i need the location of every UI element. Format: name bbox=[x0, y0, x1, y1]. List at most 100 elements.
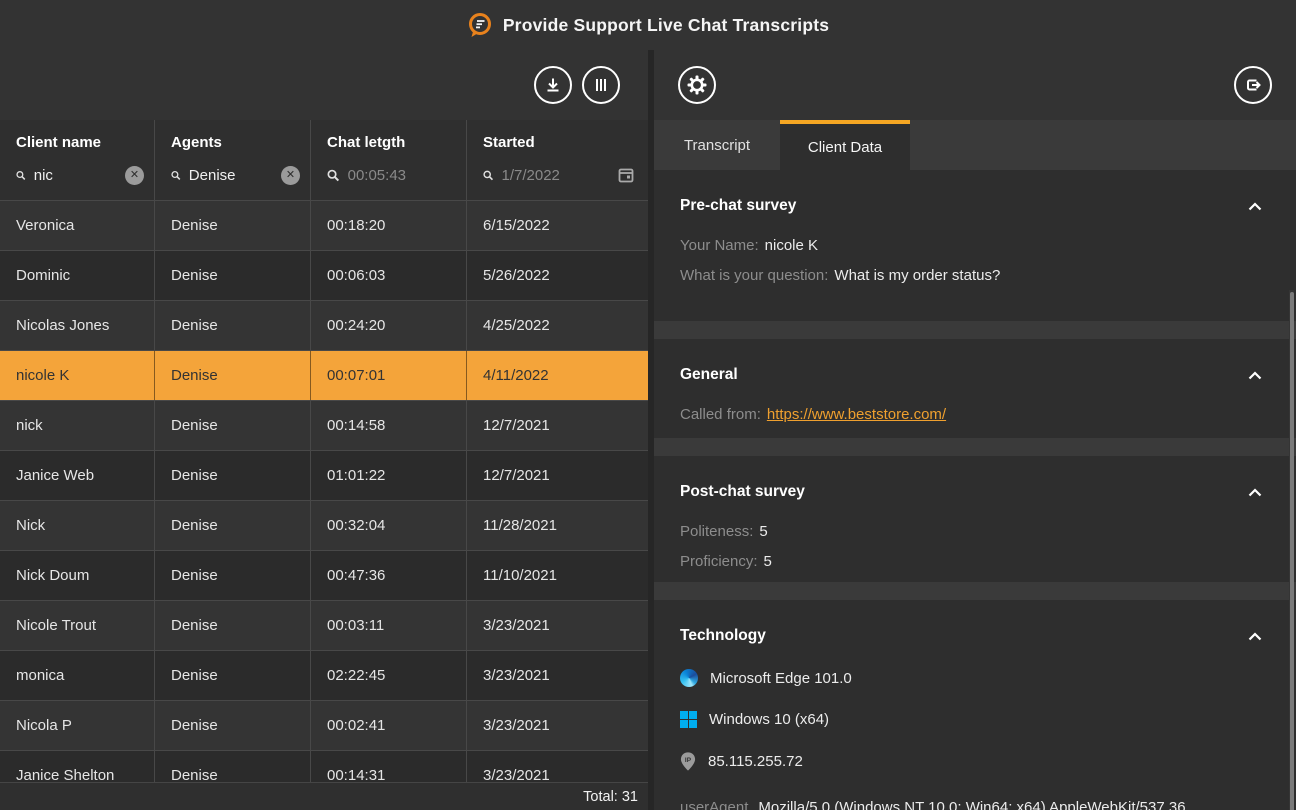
browser-row: Microsoft Edge 101.0 bbox=[680, 669, 1270, 687]
browser-value: Microsoft Edge 101.0 bbox=[710, 670, 852, 687]
tab-bar: Transcript Client Data bbox=[654, 120, 1296, 170]
agents-filter: ✕ bbox=[171, 163, 300, 187]
user-agent-label: userAgent bbox=[680, 799, 748, 810]
logout-icon[interactable] bbox=[1234, 66, 1272, 104]
collapse-chevron-up-icon[interactable] bbox=[1248, 371, 1262, 380]
agents-filter-input[interactable] bbox=[189, 167, 273, 184]
cell-agent: Denise bbox=[155, 601, 311, 650]
started-filter-input[interactable] bbox=[502, 167, 611, 184]
columns-icon[interactable] bbox=[582, 66, 620, 104]
field-label: What is your question: bbox=[680, 267, 828, 284]
settings-gear-icon[interactable] bbox=[678, 66, 716, 104]
scrollbar-thumb[interactable] bbox=[1290, 292, 1294, 810]
cell-started: 12/7/2021 bbox=[467, 451, 648, 500]
cell-client: Dominic bbox=[0, 251, 155, 300]
field-label: Called from: bbox=[680, 406, 761, 423]
cell-started: 5/26/2022 bbox=[467, 251, 648, 300]
cell-length: 00:02:41 bbox=[311, 701, 467, 750]
cell-agent: Denise bbox=[155, 251, 311, 300]
field-label: Politeness: bbox=[680, 523, 753, 540]
field-value: 5 bbox=[759, 523, 767, 540]
app-title: Provide Support Live Chat Transcripts bbox=[503, 15, 829, 36]
calendar-icon[interactable] bbox=[618, 167, 634, 183]
table-row[interactable]: monica Denise 02:22:45 3/23/2021 bbox=[0, 650, 648, 700]
table-row[interactable]: Nick Denise 00:32:04 11/28/2021 bbox=[0, 500, 648, 550]
cell-length: 00:32:04 bbox=[311, 501, 467, 550]
search-icon bbox=[483, 168, 494, 183]
cell-agent: Denise bbox=[155, 301, 311, 350]
cell-length: 00:18:20 bbox=[311, 201, 467, 250]
table-body: Veronica Denise 00:18:20 6/15/2022 Domin… bbox=[0, 200, 648, 800]
collapse-chevron-up-icon[interactable] bbox=[1248, 202, 1262, 211]
client-name-filter-input[interactable] bbox=[34, 167, 117, 184]
cell-client: Nicolas Jones bbox=[0, 301, 155, 350]
cell-agent: Denise bbox=[155, 701, 311, 750]
cell-length: 00:06:03 bbox=[311, 251, 467, 300]
collapse-chevron-up-icon[interactable] bbox=[1248, 488, 1262, 497]
table-row[interactable]: nick Denise 00:14:58 12/7/2021 bbox=[0, 400, 648, 450]
field-value: 5 bbox=[764, 553, 772, 570]
cell-started: 11/10/2021 bbox=[467, 551, 648, 600]
table-row[interactable]: Janice Web Denise 01:01:22 12/7/2021 bbox=[0, 450, 648, 500]
table-row[interactable]: Nicole Trout Denise 00:03:11 3/23/2021 bbox=[0, 600, 648, 650]
tab-client-data[interactable]: Client Data bbox=[780, 120, 910, 170]
edge-browser-icon bbox=[680, 669, 698, 687]
user-agent-row: userAgentMozilla/5.0 (Windows NT 10.0; W… bbox=[680, 797, 1220, 810]
cell-started: 3/23/2021 bbox=[467, 651, 648, 700]
os-row: Windows 10 (x64) bbox=[680, 711, 1270, 728]
ip-location-icon: IP bbox=[680, 752, 696, 771]
cell-started: 3/23/2021 bbox=[467, 601, 648, 650]
section-title: Post-chat survey bbox=[680, 483, 805, 501]
provide-support-logo-icon bbox=[467, 12, 493, 38]
table-row[interactable]: Nicolas Jones Denise 00:24:20 4/25/2022 bbox=[0, 300, 648, 350]
search-icon bbox=[327, 168, 340, 183]
table-row[interactable]: Nicola P Denise 00:02:41 3/23/2021 bbox=[0, 700, 648, 750]
column-chat-length: Chat letgth bbox=[311, 120, 467, 200]
field-proficiency: Proficiency:5 bbox=[680, 553, 1270, 570]
table-row-selected[interactable]: nicole K Denise 00:07:01 4/11/2022 bbox=[0, 350, 648, 400]
cell-agent: Denise bbox=[155, 551, 311, 600]
cell-client: Nick Doum bbox=[0, 551, 155, 600]
section-title: Technology bbox=[680, 627, 766, 645]
clear-filter-icon[interactable]: ✕ bbox=[125, 166, 144, 185]
cell-started: 11/28/2021 bbox=[467, 501, 648, 550]
field-label: Your Name: bbox=[680, 237, 759, 254]
called-from-link[interactable]: https://www.beststore.com/ bbox=[767, 406, 946, 423]
ip-row: IP 85.115.255.72 bbox=[680, 752, 1270, 771]
scrollbar-track[interactable] bbox=[1289, 290, 1294, 810]
search-icon bbox=[171, 168, 181, 183]
cell-started: 3/23/2021 bbox=[467, 701, 648, 750]
download-icon[interactable] bbox=[534, 66, 572, 104]
cell-length: 00:03:11 bbox=[311, 601, 467, 650]
total-count: Total: 31 bbox=[583, 789, 638, 805]
section-title: General bbox=[680, 366, 738, 384]
clear-filter-icon[interactable]: ✕ bbox=[281, 166, 300, 185]
cell-agent: Denise bbox=[155, 651, 311, 700]
table-row[interactable]: Dominic Denise 00:06:03 5/26/2022 bbox=[0, 250, 648, 300]
windows-icon bbox=[680, 711, 697, 728]
column-started: Started bbox=[467, 120, 648, 200]
ip-value: 85.115.255.72 bbox=[708, 753, 803, 770]
column-header-label: Started bbox=[483, 134, 638, 151]
field-your-name: Your Name: nicole K bbox=[680, 237, 1270, 254]
cell-client: nick bbox=[0, 401, 155, 450]
collapse-chevron-up-icon[interactable] bbox=[1248, 632, 1262, 641]
column-client-name: Client name ✕ bbox=[0, 120, 155, 200]
user-agent-value: Mozilla/5.0 (Windows NT 10.0; Win64; x64… bbox=[680, 799, 1186, 810]
cell-agent: Denise bbox=[155, 451, 311, 500]
cell-client: Nicola P bbox=[0, 701, 155, 750]
section-gap bbox=[654, 582, 1296, 600]
tab-transcript[interactable]: Transcript bbox=[654, 120, 780, 170]
chat-length-filter-input[interactable] bbox=[348, 167, 456, 184]
cell-length: 00:24:20 bbox=[311, 301, 467, 350]
table-row[interactable]: Nick Doum Denise 00:47:36 11/10/2021 bbox=[0, 550, 648, 600]
section-post-chat-survey: Post-chat survey Politeness: 5 Proficienc… bbox=[654, 456, 1296, 582]
table-row[interactable]: Veronica Denise 00:18:20 6/15/2022 bbox=[0, 200, 648, 250]
field-value: nicole K bbox=[765, 237, 818, 254]
cell-client: Janice Web bbox=[0, 451, 155, 500]
section-title: Pre-chat survey bbox=[680, 197, 796, 215]
cell-client: Nicole Trout bbox=[0, 601, 155, 650]
cell-length: 00:14:58 bbox=[311, 401, 467, 450]
section-gap bbox=[654, 321, 1296, 339]
cell-agent: Denise bbox=[155, 351, 311, 400]
